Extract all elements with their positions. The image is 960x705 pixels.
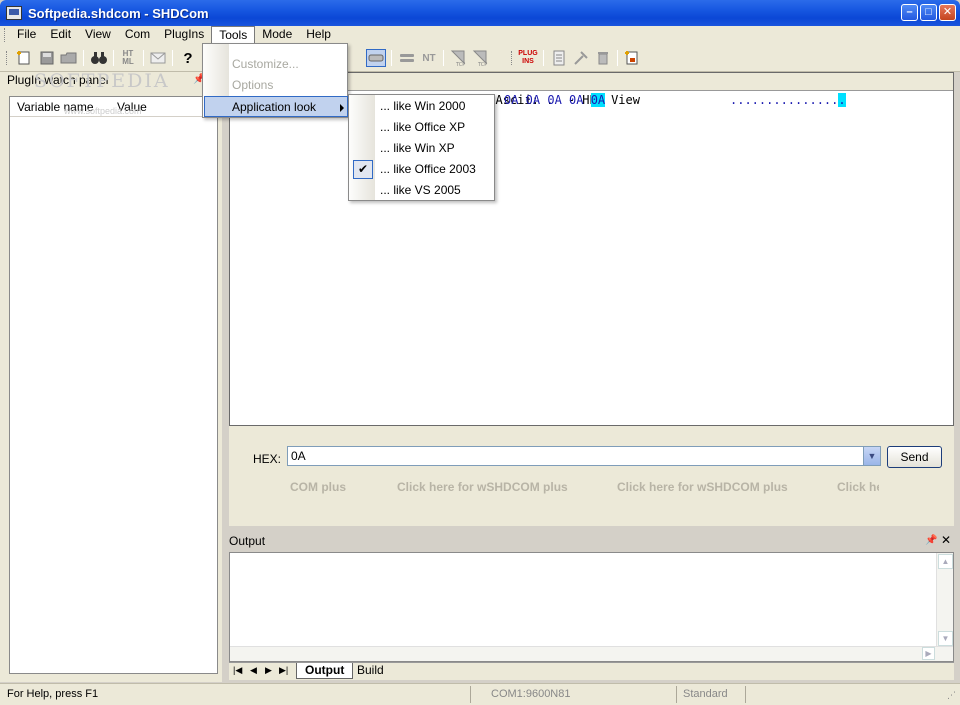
resize-grip-icon[interactable]: ⋰ [947, 690, 956, 701]
find-icon[interactable] [89, 49, 109, 67]
hex-bytes[interactable]: 0A 0A 0A 0A 0A [504, 93, 606, 107]
vertical-scrollbar[interactable]: ▲ ▼ [936, 553, 953, 647]
connect-icon[interactable] [366, 49, 386, 67]
scroll-down-icon[interactable]: ▼ [938, 631, 953, 646]
output-panel-title: Output [229, 534, 266, 548]
hex-label: HEX: [253, 452, 282, 466]
prev-tab-icon[interactable]: ◀ [250, 665, 257, 676]
menu-bar: File Edit View Com PlugIns Tools Mode He… [0, 26, 960, 44]
first-tab-icon[interactable]: |◀ [233, 665, 242, 676]
send-panel: HEX: 0A ▼ Send COM plus Click here for w… [229, 426, 954, 526]
hex-selected-byte[interactable]: 0A [590, 93, 606, 107]
ascii-selected[interactable]: . [838, 93, 846, 107]
open-icon[interactable] [59, 49, 79, 67]
promo-link[interactable]: COM plus [290, 480, 346, 494]
menu-view[interactable]: View [78, 26, 118, 44]
toolbar: HT ML ? NT TCP TCP PLUG INS [0, 44, 960, 72]
mail-icon[interactable] [148, 49, 168, 67]
status-help: For Help, press F1 [7, 688, 99, 700]
tab-build[interactable]: Build [349, 663, 392, 679]
menubar-grip[interactable] [4, 28, 7, 42]
toolbar2-grip[interactable] [511, 51, 514, 65]
promo-link[interactable]: Click here for wSHDCOM plus [397, 480, 568, 494]
horizontal-scrollbar[interactable]: ▶ [230, 646, 953, 661]
menu-item-win2000[interactable]: ... like Win 2000 [350, 96, 495, 117]
watermark-url: www.softpedia.com [64, 106, 142, 116]
ascii-column[interactable]: ................ [730, 93, 846, 107]
checkmark-icon: ✔ [353, 160, 373, 179]
tools-menu: Customize... Options Application look [202, 43, 348, 118]
help-icon[interactable]: ? [178, 49, 198, 67]
variable-table[interactable]: Variable name Value [9, 96, 218, 674]
svg-text:TCP: TCP [455, 62, 465, 67]
menu-item-application-look[interactable]: Application look [204, 96, 348, 117]
menu-item-options[interactable]: Options [204, 75, 348, 96]
menu-item-officexp[interactable]: ... like Office XP [350, 117, 495, 138]
promo-strip: COM plus Click here for wSHDCOM plus Cli… [287, 426, 879, 526]
close-button[interactable]: ✕ [939, 4, 956, 21]
hex-view[interactable]: 010 Bin: 00001010 Ascii: . - HEX View 0A… [229, 72, 954, 426]
new-icon[interactable] [14, 49, 34, 67]
send-button[interactable]: Send [887, 446, 942, 468]
tools-icon[interactable] [571, 49, 591, 67]
menu-help[interactable]: Help [299, 26, 338, 44]
status-mode: Standard [683, 688, 728, 700]
menu-item-winxp[interactable]: ... like Win XP [350, 138, 495, 159]
svg-text:TCP: TCP [477, 62, 487, 67]
pin-icon[interactable]: 📌 [925, 535, 937, 546]
maximize-button[interactable]: □ [920, 4, 937, 21]
output-area[interactable]: ▲ ▼ ▶ [229, 552, 954, 662]
last-tab-icon[interactable]: ▶| [279, 665, 288, 676]
application-look-submenu: ... like Win 2000 ... like Office XP ...… [348, 94, 495, 201]
scroll-up-icon[interactable]: ▲ [938, 554, 953, 569]
next-tab-icon[interactable]: ▶ [265, 665, 272, 676]
app-icon[interactable] [6, 6, 22, 20]
disconnect-icon[interactable] [397, 49, 417, 67]
menu-mode[interactable]: Mode [255, 26, 299, 44]
menu-item-customize[interactable]: Customize... [204, 54, 348, 75]
delete-icon[interactable] [593, 49, 613, 67]
tcp-icon[interactable]: TCP [449, 49, 469, 67]
status-port: COM1:9600N81 [491, 688, 571, 700]
hex-byte-values: 0A 0A 0A 0A [504, 93, 591, 107]
save-icon[interactable] [37, 49, 57, 67]
output-tab-strip: |◀ ◀ ▶ ▶| Output Build [229, 662, 954, 680]
status-bar: For Help, press F1 COM1:9600N81 Standard… [0, 683, 960, 705]
window-controls: – □ ✕ [901, 4, 956, 21]
tcp2-icon[interactable]: TCP [471, 49, 491, 67]
menu-file[interactable]: File [10, 26, 43, 44]
menu-item-label: Application look [232, 100, 317, 114]
menu-com[interactable]: Com [118, 26, 157, 44]
promo-link[interactable]: Click here for wSHDCOM plus [617, 480, 788, 494]
toolbar-grip[interactable] [6, 51, 9, 65]
window-title: Softpedia.shdcom - SHDCom [28, 5, 209, 21]
nt-icon[interactable]: NT [419, 49, 439, 67]
plugins-icon[interactable]: PLUG INS [518, 49, 538, 67]
menu-item-label: ... like Office 2003 [380, 162, 476, 176]
promo-link[interactable]: Click he [837, 480, 879, 494]
menu-item-office2003[interactable]: ✔ ... like Office 2003 [350, 159, 495, 180]
minimize-button[interactable]: – [901, 4, 918, 21]
menu-edit[interactable]: Edit [43, 26, 78, 44]
menu-tools[interactable]: Tools [211, 26, 256, 44]
doc-icon[interactable] [549, 49, 569, 67]
menu-plugins[interactable]: PlugIns [157, 26, 211, 44]
menu-item-vs2005[interactable]: ... like VS 2005 [350, 180, 495, 201]
tab-output[interactable]: Output [296, 663, 354, 679]
scroll-right-icon[interactable]: ▶ [922, 647, 935, 660]
html-icon[interactable]: HT ML [118, 49, 138, 67]
plugin-watch-panel: PlugIn watch panel 📌 Variable name Value… [0, 70, 222, 682]
watermark-logo: SOFTPEDIA [34, 70, 170, 92]
ascii-text: ............... [730, 93, 839, 107]
print-icon[interactable] [622, 49, 642, 67]
title-bar: Softpedia.shdcom - SHDCom – □ ✕ [0, 0, 960, 26]
submenu-arrow-icon [340, 104, 344, 112]
close-icon[interactable]: ✕ [941, 533, 951, 547]
